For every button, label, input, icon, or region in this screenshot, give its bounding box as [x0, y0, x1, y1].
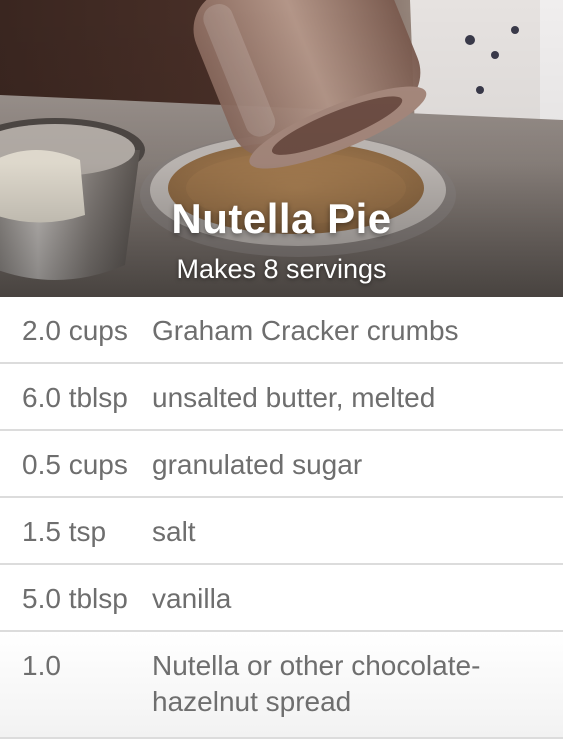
ingredient-row[interactable]: 6.0 tblsp unsalted butter, melted: [0, 364, 563, 431]
ingredient-row[interactable]: 2.0 cups Graham Cracker crumbs: [0, 297, 563, 364]
ingredient-quantity: 1.0: [22, 650, 61, 681]
ingredient-name: granulated sugar: [152, 449, 363, 480]
ingredient-row[interactable]: 0.5 cups granulated sugar: [0, 431, 563, 498]
ingredient-name: unsalted butter, melted: [152, 382, 436, 413]
recipe-photo: [0, 0, 563, 297]
ingredient-row[interactable]: 1.0 Nutella or other chocolate-hazelnut …: [0, 632, 563, 739]
ingredient-name: salt: [152, 516, 196, 547]
recipe-header: Nutella Pie Makes 8 servings: [0, 0, 563, 297]
recipe-title: Nutella Pie: [171, 195, 392, 242]
ingredient-name: vanilla: [152, 583, 232, 614]
recipe-servings: Makes 8 servings: [176, 254, 387, 284]
ingredient-quantity: 5.0 tblsp: [22, 583, 128, 614]
ingredient-name: Nutella or other chocolate-hazelnut spre…: [152, 650, 481, 717]
ingredient-quantity: 1.5 tsp: [22, 516, 107, 547]
ingredient-quantity: 2.0 cups: [22, 315, 128, 346]
ingredient-row[interactable]: 1.5 tsp salt: [0, 498, 563, 565]
ingredient-quantity: 0.5 cups: [22, 449, 128, 480]
ingredient-name: Graham Cracker crumbs: [152, 315, 459, 346]
ingredient-row[interactable]: 5.0 tblsp vanilla: [0, 565, 563, 632]
ingredient-list: 2.0 cups Graham Cracker crumbs 6.0 tblsp…: [0, 297, 563, 739]
ingredient-quantity: 6.0 tblsp: [22, 382, 128, 413]
